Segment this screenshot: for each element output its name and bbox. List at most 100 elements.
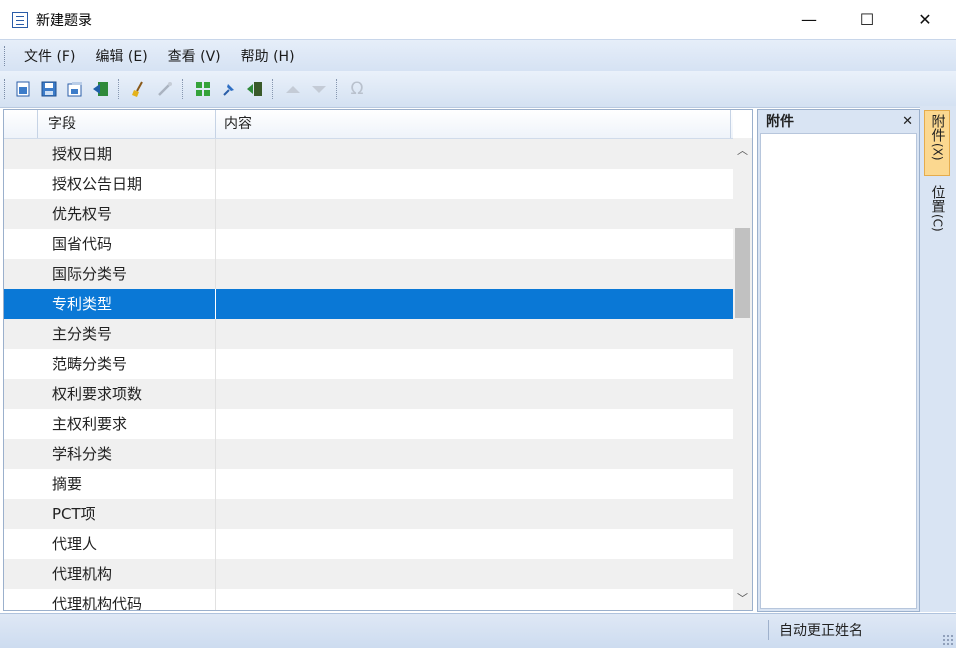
attachment-close-icon[interactable]: ✕ bbox=[902, 114, 913, 129]
field-cell[interactable]: 优先权号 bbox=[38, 199, 216, 229]
resize-grip[interactable] bbox=[942, 634, 954, 646]
move-down-button[interactable] bbox=[307, 77, 331, 101]
clear-button[interactable] bbox=[127, 77, 151, 101]
close-button[interactable]: ✕ bbox=[896, 0, 954, 39]
field-cell[interactable]: 主权利要求 bbox=[38, 409, 216, 439]
row-indicator[interactable] bbox=[4, 259, 38, 289]
content-cell[interactable] bbox=[216, 529, 733, 559]
field-cell[interactable]: PCT项 bbox=[38, 499, 216, 529]
save-as-button[interactable] bbox=[63, 77, 87, 101]
field-cell[interactable]: 权利要求项数 bbox=[38, 379, 216, 409]
table-row[interactable]: 国际分类号 bbox=[4, 259, 733, 289]
field-cell[interactable]: 国省代码 bbox=[38, 229, 216, 259]
field-cell[interactable]: 授权日期 bbox=[38, 139, 216, 169]
menu-view[interactable]: 查看 (V) bbox=[165, 46, 224, 66]
row-indicator[interactable] bbox=[4, 409, 38, 439]
content-cell[interactable] bbox=[216, 469, 733, 499]
row-indicator[interactable] bbox=[4, 499, 38, 529]
tab-location[interactable]: 位置 (C) bbox=[924, 182, 950, 248]
content-cell[interactable] bbox=[216, 259, 733, 289]
menu-help[interactable]: 帮助 (H) bbox=[238, 46, 298, 66]
app-list-icon bbox=[12, 11, 28, 28]
content-cell[interactable] bbox=[216, 439, 733, 469]
row-indicator[interactable] bbox=[4, 469, 38, 499]
exit-button[interactable] bbox=[243, 77, 267, 101]
tab-attachments[interactable]: 附件 (X) bbox=[924, 110, 950, 176]
content-cell[interactable] bbox=[216, 589, 733, 610]
scroll-thumb[interactable] bbox=[735, 228, 750, 318]
content-cell[interactable] bbox=[216, 409, 733, 439]
save-button[interactable] bbox=[37, 77, 61, 101]
scroll-up-arrow[interactable]: ︿ bbox=[733, 140, 752, 160]
field-cell[interactable]: 代理机构代码 bbox=[38, 589, 216, 610]
field-cell[interactable]: 代理人 bbox=[38, 529, 216, 559]
fields-button[interactable] bbox=[191, 77, 215, 101]
field-cell[interactable]: 摘要 bbox=[38, 469, 216, 499]
content-cell[interactable] bbox=[216, 499, 733, 529]
content-cell[interactable] bbox=[216, 349, 733, 379]
content-cell[interactable] bbox=[216, 199, 733, 229]
vertical-scrollbar[interactable]: ︿ ﹀ bbox=[733, 138, 752, 610]
row-indicator[interactable] bbox=[4, 229, 38, 259]
field-cell[interactable]: 范畴分类号 bbox=[38, 349, 216, 379]
content-cell[interactable] bbox=[216, 139, 733, 169]
row-indicator[interactable] bbox=[4, 349, 38, 379]
table-row[interactable]: 主权利要求 bbox=[4, 409, 733, 439]
table-row[interactable]: 学科分类 bbox=[4, 439, 733, 469]
close-icon: ✕ bbox=[918, 10, 932, 29]
table-row[interactable]: 范畴分类号 bbox=[4, 349, 733, 379]
special-char-button[interactable]: Ω bbox=[345, 77, 369, 101]
row-indicator[interactable] bbox=[4, 139, 38, 169]
content-cell[interactable] bbox=[216, 229, 733, 259]
import-button[interactable] bbox=[89, 77, 113, 101]
table-row[interactable]: 代理机构 bbox=[4, 559, 733, 589]
row-indicator[interactable] bbox=[4, 529, 38, 559]
row-indicator[interactable] bbox=[4, 199, 38, 229]
row-indicator[interactable] bbox=[4, 289, 38, 319]
format-button[interactable] bbox=[153, 77, 177, 101]
minimize-button[interactable]: — bbox=[780, 0, 838, 39]
table-row[interactable]: 代理机构代码 bbox=[4, 589, 733, 610]
row-indicator[interactable] bbox=[4, 439, 38, 469]
content-cell[interactable] bbox=[216, 289, 733, 319]
row-indicator[interactable] bbox=[4, 379, 38, 409]
row-indicator[interactable] bbox=[4, 589, 38, 610]
table-row[interactable]: 国省代码 bbox=[4, 229, 733, 259]
table-row[interactable]: 代理人 bbox=[4, 529, 733, 559]
table-row[interactable]: 授权日期 bbox=[4, 139, 733, 169]
header-field[interactable]: 字段 bbox=[38, 110, 216, 138]
broom-icon bbox=[132, 81, 143, 97]
header-content[interactable]: 内容 bbox=[216, 110, 731, 138]
scroll-down-arrow[interactable]: ﹀ bbox=[733, 588, 752, 608]
row-indicator[interactable] bbox=[4, 319, 38, 349]
row-indicator[interactable] bbox=[4, 169, 38, 199]
content-cell[interactable] bbox=[216, 169, 733, 199]
toolbar-grip[interactable] bbox=[4, 79, 9, 99]
field-cell[interactable]: 授权公告日期 bbox=[38, 169, 216, 199]
table-row[interactable]: 优先权号 bbox=[4, 199, 733, 229]
field-cell[interactable]: 国际分类号 bbox=[38, 259, 216, 289]
menu-file[interactable]: 文件 (F) bbox=[21, 46, 78, 66]
field-cell[interactable]: 代理机构 bbox=[38, 559, 216, 589]
pin-button[interactable] bbox=[217, 77, 241, 101]
maximize-button[interactable]: ☐ bbox=[838, 0, 896, 39]
menu-edit[interactable]: 编辑 (E) bbox=[92, 46, 150, 66]
table-row[interactable]: 主分类号 bbox=[4, 319, 733, 349]
content-cell[interactable] bbox=[216, 379, 733, 409]
table-row[interactable]: 专利类型 bbox=[4, 289, 733, 319]
field-cell[interactable]: 专利类型 bbox=[38, 289, 216, 319]
attachment-list[interactable] bbox=[760, 133, 917, 609]
menu-grip[interactable] bbox=[4, 46, 9, 66]
table-row[interactable]: 权利要求项数 bbox=[4, 379, 733, 409]
maximize-icon: ☐ bbox=[859, 10, 875, 29]
new-record-button[interactable] bbox=[11, 77, 35, 101]
table-row[interactable]: PCT项 bbox=[4, 499, 733, 529]
table-row[interactable]: 摘要 bbox=[4, 469, 733, 499]
field-cell[interactable]: 学科分类 bbox=[38, 439, 216, 469]
row-indicator[interactable] bbox=[4, 559, 38, 589]
field-cell[interactable]: 主分类号 bbox=[38, 319, 216, 349]
content-cell[interactable] bbox=[216, 559, 733, 589]
move-up-button[interactable] bbox=[281, 77, 305, 101]
table-row[interactable]: 授权公告日期 bbox=[4, 169, 733, 199]
content-cell[interactable] bbox=[216, 319, 733, 349]
